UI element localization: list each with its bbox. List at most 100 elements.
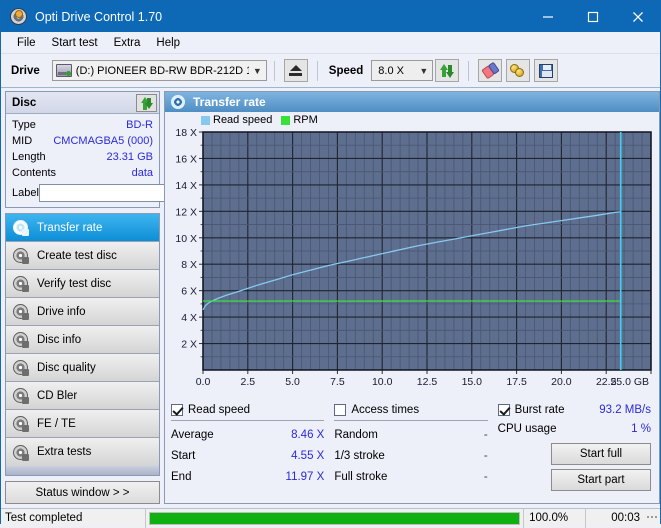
svg-text:25.0 GB: 25.0 GB: [610, 376, 649, 388]
floppy-save-icon: [539, 64, 553, 78]
sidebar-item-create-test-disc[interactable]: Create test disc: [6, 242, 159, 270]
burst-rate-value: 93.2 MB/s: [599, 404, 651, 416]
svg-text:17.5: 17.5: [506, 376, 527, 388]
eject-button[interactable]: [284, 59, 308, 82]
svg-text:7.5: 7.5: [330, 376, 345, 388]
sidebar-item-transfer-rate[interactable]: Transfer rate: [6, 214, 159, 242]
content-header: Transfer rate: [165, 92, 659, 112]
svg-text:20.0: 20.0: [551, 376, 572, 388]
eraser-icon: [481, 62, 500, 80]
access-times-checkbox[interactable]: [334, 404, 346, 416]
svg-text:8 X: 8 X: [181, 259, 197, 271]
app-window: Opti Drive Control 1.70 File Start test …: [0, 0, 661, 524]
svg-text:4 X: 4 X: [181, 312, 197, 324]
burst-rate-checkbox[interactable]: [498, 404, 510, 416]
sidebar-item-fe-te[interactable]: FE / TE: [6, 410, 159, 438]
row-value: 8.46 X: [291, 429, 324, 441]
resize-grip-icon: [645, 516, 660, 520]
svg-text:15.0: 15.0: [462, 376, 483, 388]
read-speed-checkbox[interactable]: [171, 404, 183, 416]
read-speed-end-row: End 11.97 X: [171, 466, 324, 487]
divider: [334, 420, 487, 421]
sidebar-item-extra-tests[interactable]: Extra tests: [6, 438, 159, 466]
eject-icon: [289, 65, 302, 76]
create-test-disc-icon: [13, 248, 28, 263]
speed-label: Speed: [329, 65, 364, 77]
legend-label-rpm: RPM: [293, 114, 317, 126]
elapsed-time: 00:03: [586, 509, 645, 528]
legend-swatch-rpm: [281, 116, 290, 125]
disc-refresh-button[interactable]: [136, 94, 157, 112]
burst-rate-checkbox-row[interactable]: Burst rate 93.2 MB/s: [498, 401, 651, 419]
disc-label-row: Label: [12, 183, 153, 202]
svg-text:2.5: 2.5: [240, 376, 255, 388]
row-key: Average: [171, 429, 291, 441]
sidebar-item-cd-bler[interactable]: CD Bler: [6, 382, 159, 410]
svg-text:10 X: 10 X: [175, 233, 197, 245]
menu-extra[interactable]: Extra: [106, 35, 149, 51]
transfer-rate-icon: [13, 220, 28, 235]
minimize-icon[interactable]: [525, 1, 570, 32]
start-full-label: Start full: [580, 448, 622, 460]
sidebar-item-verify-test-disc[interactable]: Verify test disc: [6, 270, 159, 298]
svg-text:14 X: 14 X: [175, 180, 197, 192]
verify-test-disc-icon: [13, 276, 28, 291]
disc-row-key: Contents: [12, 167, 56, 179]
fe-te-icon: [13, 416, 28, 431]
read-speed-average-row: Average 8.46 X: [171, 424, 324, 445]
start-part-button[interactable]: Start part: [551, 469, 651, 491]
svg-text:10.0: 10.0: [372, 376, 393, 388]
toolbar-separator-3: [468, 61, 469, 81]
legend-swatch-read-speed: [201, 116, 210, 125]
sidebar-filler: [5, 466, 160, 476]
refresh-speed-button[interactable]: [435, 59, 459, 82]
start-full-button[interactable]: Start full: [551, 443, 651, 465]
disc-panel-header: Disc: [6, 92, 159, 114]
read-speed-label: Read speed: [188, 404, 324, 416]
extra-tests-icon: [13, 445, 28, 460]
main-area: Disc Type BD-R MID: [1, 88, 660, 508]
close-icon[interactable]: [615, 1, 660, 32]
drive-label: Drive: [11, 65, 40, 77]
row-key: Full stroke: [334, 471, 483, 483]
menu-file[interactable]: File: [9, 35, 44, 51]
disc-panel-title: Disc: [12, 97, 36, 109]
row-key: Random: [334, 429, 483, 441]
disc-row-key: Length: [12, 151, 46, 163]
sidebar-item-drive-info[interactable]: Drive info: [6, 298, 159, 326]
svg-text:5.0: 5.0: [285, 376, 300, 388]
maximize-icon[interactable]: [570, 1, 615, 32]
access-times-label: Access times: [351, 404, 487, 416]
read-speed-checkbox-row[interactable]: Read speed: [171, 401, 324, 419]
sidebar-item-disc-info[interactable]: Disc info: [6, 326, 159, 354]
access-third-stroke-row: 1/3 stroke -: [334, 445, 487, 466]
sidebar-item-disc-quality[interactable]: Disc quality: [6, 354, 159, 382]
sidebar-item-label: Disc quality: [37, 362, 96, 374]
row-value: -: [484, 450, 488, 462]
drive-select[interactable]: (D:) PIONEER BD-RW BDR-212D 1.00 ▼: [52, 60, 267, 81]
divider: [171, 420, 324, 421]
row-value: 1 %: [631, 423, 651, 435]
erase-button[interactable]: [478, 59, 502, 82]
chevron-down-icon: ▼: [249, 66, 266, 76]
coins-button[interactable]: [506, 59, 530, 82]
sidebar-item-label: Transfer rate: [37, 222, 102, 234]
menu-help[interactable]: Help: [148, 35, 188, 51]
status-window-label: Status window > >: [36, 487, 130, 499]
row-key: CPU usage: [498, 423, 632, 435]
status-window-button[interactable]: Status window > >: [5, 481, 160, 504]
svg-text:0.0: 0.0: [196, 376, 211, 388]
menu-start-test[interactable]: Start test: [44, 35, 106, 51]
save-button[interactable]: [534, 59, 558, 82]
drive-select-value: (D:) PIONEER BD-RW BDR-212D 1.00: [76, 65, 249, 77]
progress-percent: 100.0%: [524, 509, 585, 528]
disc-row-type: Type BD-R: [12, 117, 153, 133]
row-value: -: [484, 429, 488, 441]
sidebar-item-label: Create test disc: [37, 250, 117, 262]
drive-toolbar: Drive (D:) PIONEER BD-RW BDR-212D 1.00 ▼…: [1, 54, 660, 88]
access-times-checkbox-row[interactable]: Access times: [334, 401, 487, 419]
read-speed-start-row: Start 4.55 X: [171, 445, 324, 466]
disc-row-mid: MID CMCMAGBA5 (000): [12, 133, 153, 149]
speed-select[interactable]: 8.0 X ▼: [371, 60, 433, 81]
progress-track: [149, 512, 520, 525]
